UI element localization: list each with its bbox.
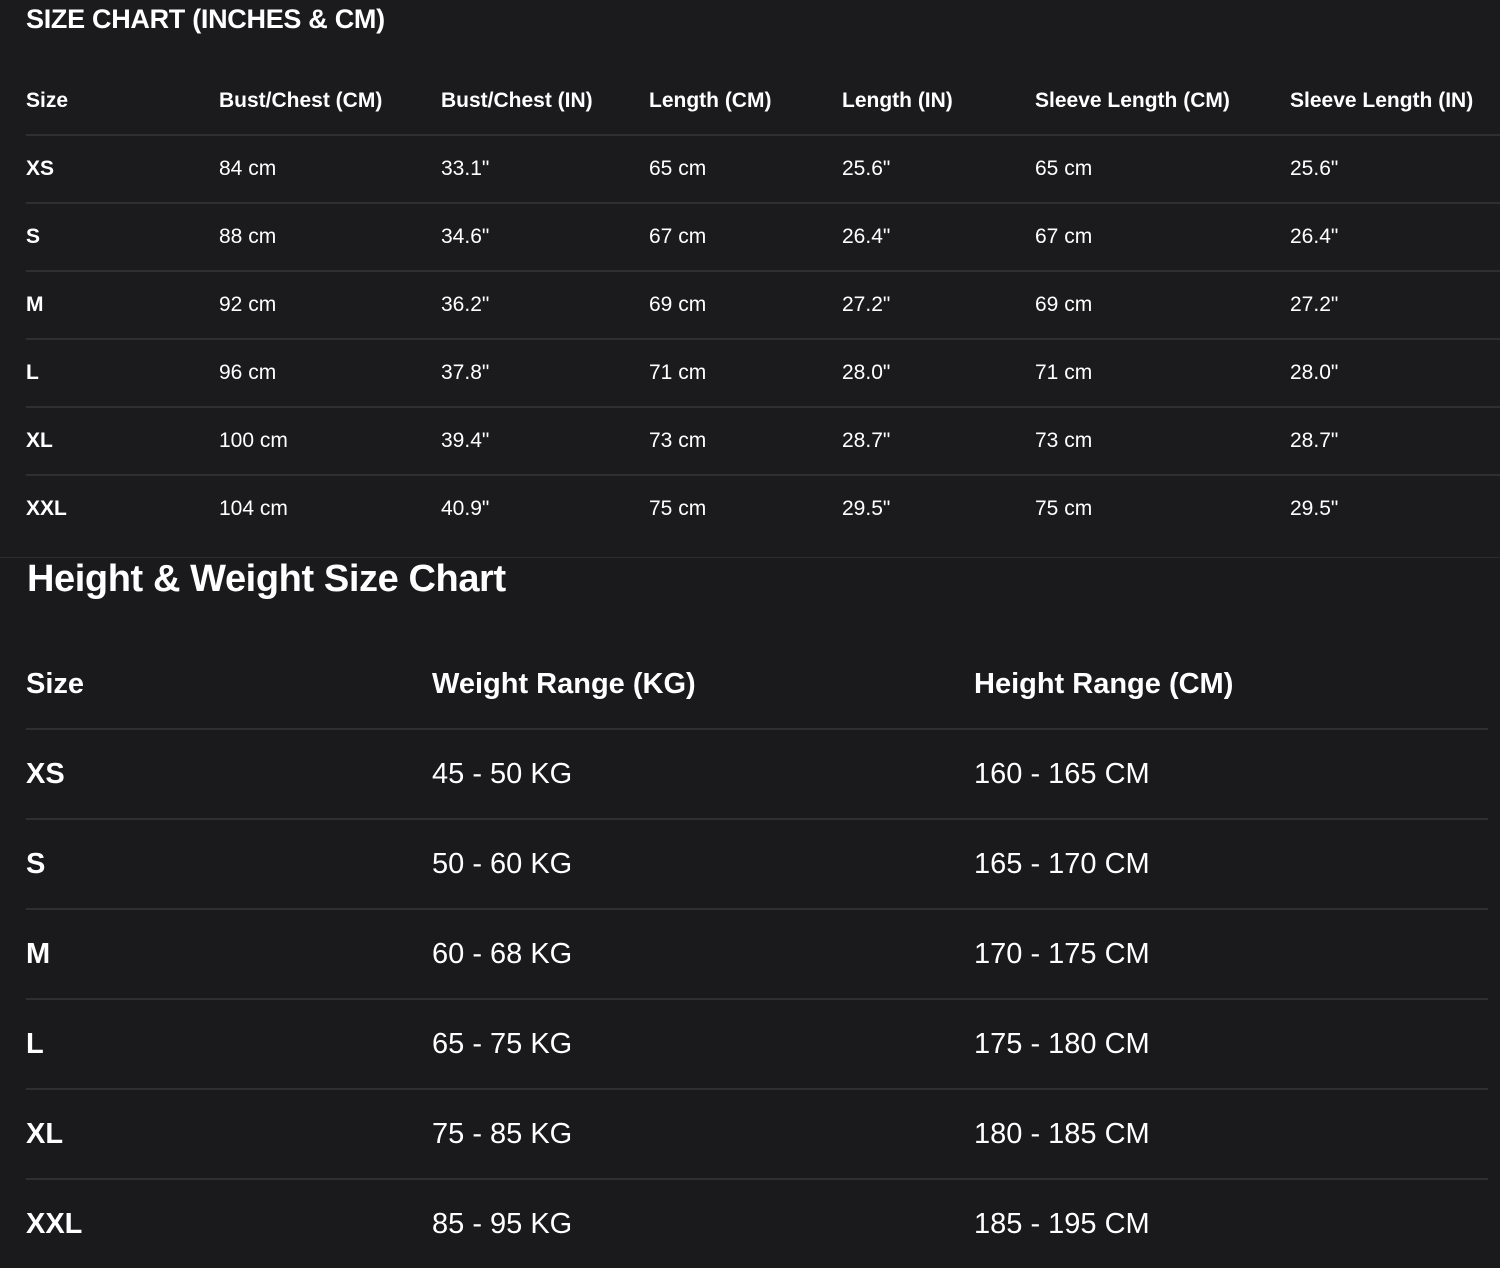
table-cell: 71 cm xyxy=(1035,339,1290,408)
size-cell: S xyxy=(26,203,219,272)
table-cell: 50 - 60 KG xyxy=(432,819,974,910)
table-cell: 29.5" xyxy=(842,497,891,520)
table-cell: 75 cm xyxy=(649,497,707,520)
column-header-sleeve-cm: Sleeve Length (CM) xyxy=(1035,67,1290,136)
table-cell: 165 - 170 CM xyxy=(974,819,1488,910)
table-cell: 69 cm xyxy=(1035,271,1290,340)
size-cell: S xyxy=(26,819,432,910)
table-cell: 92 cm xyxy=(219,271,441,340)
table-cell: 28.0" xyxy=(1290,339,1500,408)
table-header-row: Size Weight Range (KG) Height Range (CM) xyxy=(26,640,1488,730)
size-chart-title: SIZE CHART (INCHES & CM) xyxy=(26,4,385,34)
table-cell: 28.0" xyxy=(842,339,1035,408)
table-cell: 69 cm xyxy=(649,271,842,340)
table-cell: 170 - 175 CM xyxy=(974,909,1488,1000)
table-cell: 25.6" xyxy=(842,135,1035,204)
column-header-length-cm: Length (CM) xyxy=(649,67,842,136)
size-cell: M xyxy=(26,909,432,1000)
column-header-bust-in: Bust/Chest (IN) xyxy=(441,67,649,136)
table-cell: 60 - 68 KG xyxy=(432,909,974,1000)
table-row: L 65 - 75 KG 175 - 180 CM xyxy=(26,999,1488,1090)
table-cell: 26.4" xyxy=(1290,203,1500,272)
table-row: XL 100 cm 39.4" 73 cm 28.7" 73 cm 28.7" xyxy=(26,407,1500,476)
table-row: XXL 104 cm 40.9" 75 cm 29.5" 75 cm 29.5" xyxy=(26,475,1500,542)
table-cell: 27.2" xyxy=(842,271,1035,340)
table-row: S 88 cm 34.6" 67 cm 26.4" 67 cm 26.4" xyxy=(26,203,1500,272)
table-row: L 96 cm 37.8" 71 cm 28.0" 71 cm 28.0" xyxy=(26,339,1500,408)
size-cell: XL xyxy=(26,407,219,476)
table-row: XXL 85 - 95 KG 185 - 195 CM xyxy=(26,1179,1488,1268)
table-header-row: Size Bust/Chest (CM) Bust/Chest (IN) Len… xyxy=(26,67,1500,136)
table-cell: 65 - 75 KG xyxy=(432,999,974,1090)
table-cell: 67 cm xyxy=(1035,203,1290,272)
table-cell: 65 cm xyxy=(1035,135,1290,204)
height-weight-table: Size Weight Range (KG) Height Range (CM)… xyxy=(26,640,1488,1268)
height-weight-title: Height & Weight Size Chart xyxy=(27,558,506,600)
table-cell: 37.8" xyxy=(441,339,649,408)
table-cell: 34.6" xyxy=(441,203,649,272)
table-cell: 71 cm xyxy=(649,339,842,408)
column-header-sleeve-in: Sleeve Length (IN) xyxy=(1290,67,1500,136)
table-row: M 92 cm 36.2" 69 cm 27.2" 69 cm 27.2" xyxy=(26,271,1500,340)
column-header-bust-cm: Bust/Chest (CM) xyxy=(219,67,441,136)
table-cell: 96 cm xyxy=(219,339,441,408)
table-row: XS 84 cm 33.1" 65 cm 25.6" 65 cm 25.6" xyxy=(26,135,1500,204)
table-cell: 100 cm xyxy=(219,407,441,476)
table-row: M 60 - 68 KG 170 - 175 CM xyxy=(26,909,1488,1000)
column-header-length-in: Length (IN) xyxy=(842,67,1035,136)
table-cell: 45 - 50 KG xyxy=(432,729,974,820)
column-header-size: Size xyxy=(26,67,219,136)
table-cell: 185 - 195 CM xyxy=(974,1207,1150,1240)
table-cell: 88 cm xyxy=(219,203,441,272)
table-cell: 28.7" xyxy=(1290,407,1500,476)
table-cell: 73 cm xyxy=(1035,407,1290,476)
table-cell: 85 - 95 KG xyxy=(432,1207,573,1240)
column-header-size: Size xyxy=(26,640,432,730)
table-cell: 28.7" xyxy=(842,407,1035,476)
table-cell: 175 - 180 CM xyxy=(974,999,1488,1090)
table-cell: 26.4" xyxy=(842,203,1035,272)
table-cell: 36.2" xyxy=(441,271,649,340)
table-cell: 73 cm xyxy=(649,407,842,476)
table-cell: 25.6" xyxy=(1290,135,1500,204)
size-cell: L xyxy=(26,999,432,1090)
table-cell: 40.9" xyxy=(441,497,490,520)
table-cell: 67 cm xyxy=(649,203,842,272)
table-cell: 65 cm xyxy=(649,135,842,204)
table-cell: 84 cm xyxy=(219,135,441,204)
table-cell: 29.5" xyxy=(1290,497,1339,520)
table-cell: 39.4" xyxy=(441,407,649,476)
table-row: S 50 - 60 KG 165 - 170 CM xyxy=(26,819,1488,910)
table-cell: 33.1" xyxy=(441,135,649,204)
table-cell: 104 cm xyxy=(219,497,288,520)
size-cell: XXL xyxy=(26,497,67,520)
size-chart-table: Size Bust/Chest (CM) Bust/Chest (IN) Len… xyxy=(26,67,1500,542)
table-cell: 75 cm xyxy=(1035,497,1093,520)
column-header-weight: Weight Range (KG) xyxy=(432,640,974,730)
table-cell: 75 - 85 KG xyxy=(432,1089,974,1180)
size-cell: XS xyxy=(26,135,219,204)
table-row: XL 75 - 85 KG 180 - 185 CM xyxy=(26,1089,1488,1180)
column-header-height: Height Range (CM) xyxy=(974,640,1488,730)
size-cell: XXL xyxy=(26,1207,83,1240)
size-cell: L xyxy=(26,339,219,408)
table-row: XS 45 - 50 KG 160 - 165 CM xyxy=(26,729,1488,820)
size-cell: M xyxy=(26,271,219,340)
table-cell: 160 - 165 CM xyxy=(974,729,1488,820)
size-cell: XL xyxy=(26,1089,432,1180)
table-cell: 27.2" xyxy=(1290,271,1500,340)
size-cell: XS xyxy=(26,729,432,820)
table-cell: 180 - 185 CM xyxy=(974,1089,1488,1180)
